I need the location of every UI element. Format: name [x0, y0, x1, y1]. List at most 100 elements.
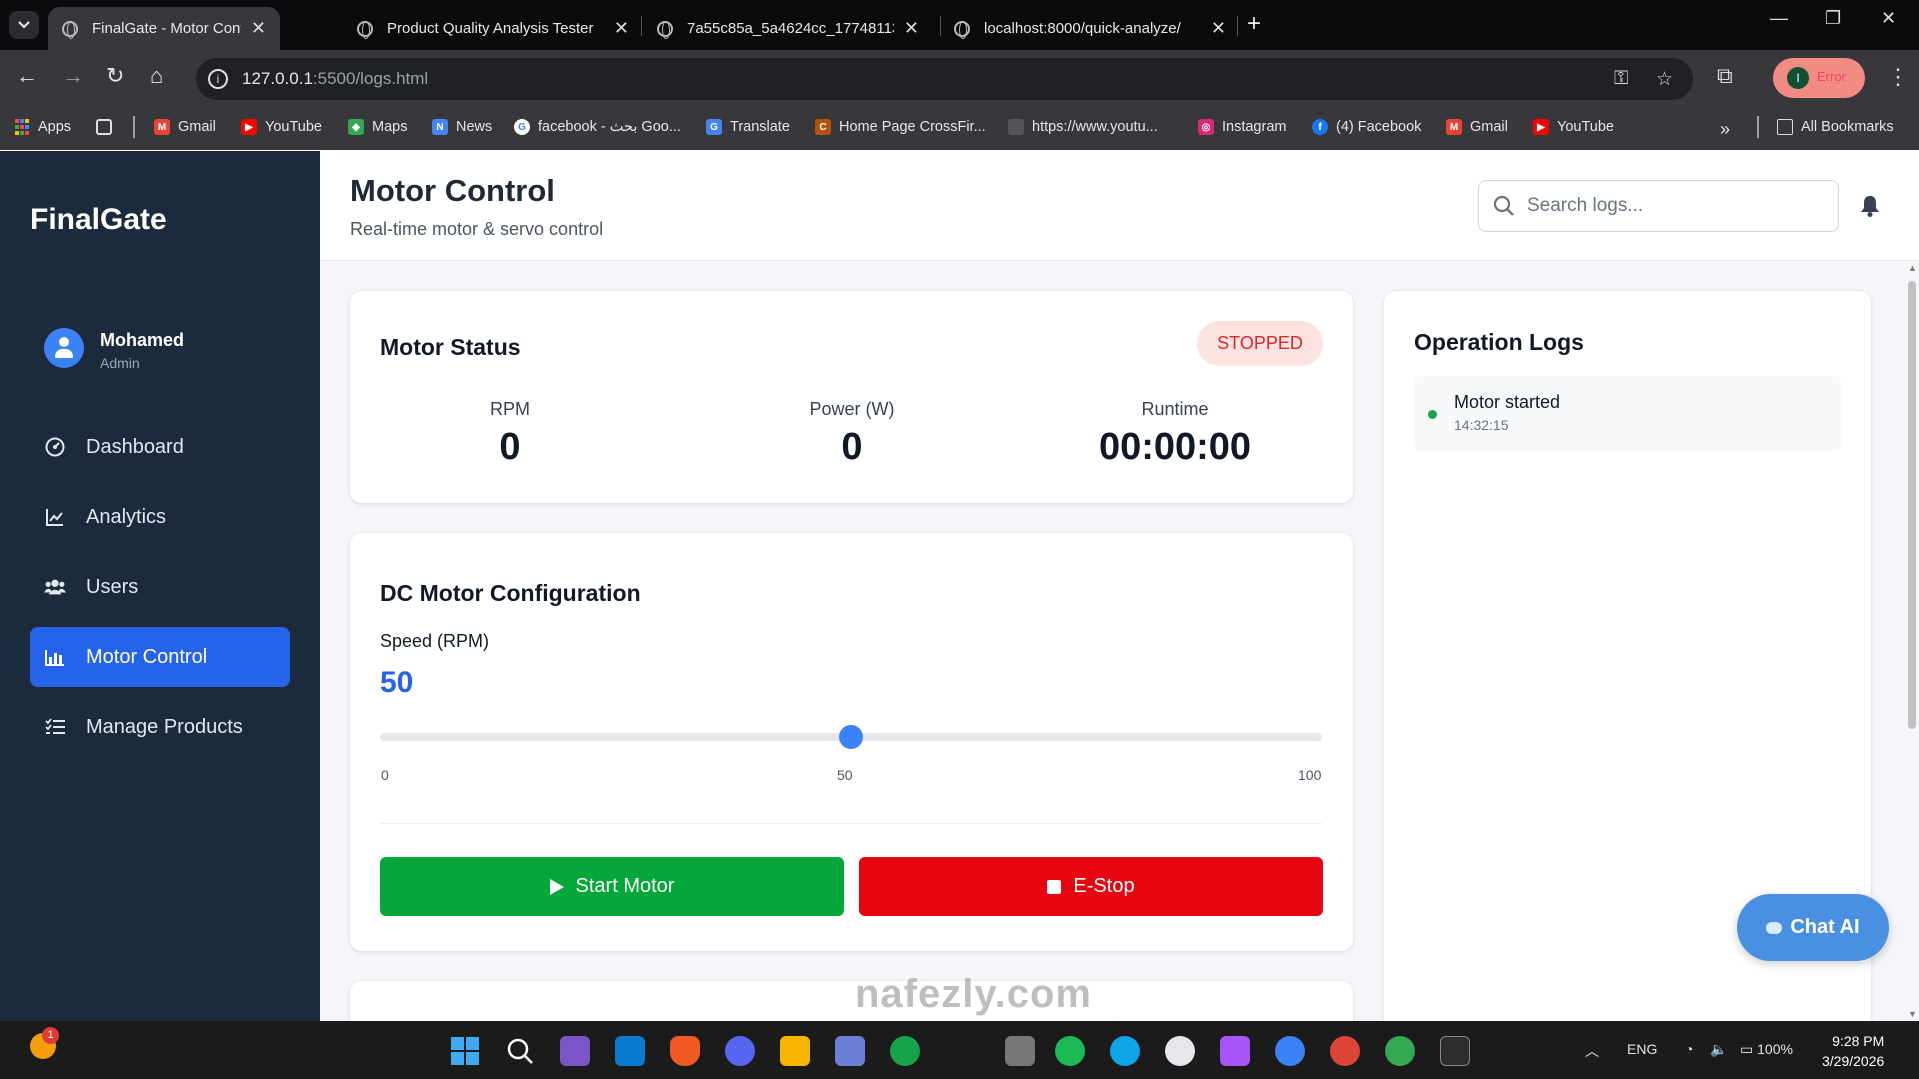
browser-menu-icon[interactable]: ⋮	[1887, 64, 1909, 90]
wordpress-icon[interactable]	[1165, 1036, 1195, 1066]
discord-icon[interactable]	[725, 1036, 755, 1066]
minimize-button[interactable]: —	[1770, 8, 1788, 29]
brave-icon[interactable]	[670, 1036, 700, 1066]
forward-button[interactable]: →	[62, 63, 84, 89]
chrome-icon[interactable]	[1330, 1036, 1360, 1066]
apps-grid-icon	[14, 119, 30, 135]
stat-power: Power (W) 0	[722, 399, 982, 469]
bookmark-maps[interactable]: ◆ Maps	[348, 119, 407, 135]
sidebar-item-analytics[interactable]: Analytics	[30, 487, 290, 547]
google-icon: G	[514, 119, 530, 135]
bookmark-youtube-url[interactable]: https://www.youtu...	[1008, 119, 1158, 135]
capture-app-icon[interactable]	[1005, 1036, 1035, 1066]
sidebar-item-label: Analytics	[86, 505, 167, 528]
speed-slider-thumb[interactable]	[839, 725, 863, 749]
e-stop-button[interactable]: E-Stop	[859, 857, 1323, 916]
watermark: nafezly.com	[855, 972, 1092, 1016]
whatsapp-icon[interactable]	[890, 1036, 920, 1066]
language-indicator[interactable]: ENG	[1627, 1041, 1657, 1057]
search-input[interactable]	[1527, 191, 1817, 221]
extensions-puzzle-icon[interactable]: ⧉	[1717, 63, 1733, 89]
battery-indicator[interactable]: ▭ 100%	[1740, 1041, 1793, 1058]
bookmark-instagram[interactable]: ◎ Instagram	[1198, 119, 1286, 135]
all-bookmarks[interactable]: All Bookmarks	[1777, 119, 1894, 135]
windows-start-icon[interactable]	[450, 1036, 480, 1066]
bookmark-gmail[interactable]: M Gmail	[154, 119, 216, 135]
clock-time: 9:28 PM	[1832, 1033, 1885, 1049]
bookmarks-overflow-icon[interactable]: »	[1720, 119, 1730, 140]
search-box[interactable]	[1478, 180, 1839, 232]
bookmark-crossfire[interactable]: C Home Page CrossFir...	[815, 119, 986, 135]
bookmark-google-apps[interactable]	[96, 119, 120, 135]
brand-logo[interactable]: FinalGate	[30, 203, 167, 237]
globe-icon	[62, 20, 78, 39]
vscode-icon[interactable]	[615, 1036, 645, 1066]
site-info-icon[interactable]: i	[208, 69, 228, 89]
close-tab-icon[interactable]: ✕	[1211, 18, 1226, 39]
globe-icon	[954, 20, 970, 39]
sidebar-item-motor-control[interactable]: Motor Control	[30, 627, 290, 687]
close-tab-icon[interactable]: ✕	[251, 18, 266, 39]
notification-bell-icon[interactable]	[1860, 195, 1880, 222]
chrome-active-icon[interactable]	[1385, 1036, 1415, 1066]
bookmark-facebook[interactable]: f (4) Facebook	[1312, 119, 1421, 135]
visual-studio-icon[interactable]	[560, 1036, 590, 1066]
tab-quick-analyze[interactable]: localhost:8000/quick-analyze/ ✕	[940, 7, 1240, 50]
copilot-icon[interactable]	[1220, 1036, 1250, 1066]
terminal-icon[interactable]	[1440, 1036, 1470, 1066]
scrollbar-thumb[interactable]	[1908, 281, 1916, 729]
tab-title: 7a55c85a_5a4624cc_177481132…	[687, 20, 894, 37]
sidebar-item-manage-products[interactable]: Manage Products	[30, 697, 290, 757]
bookmark-star-icon[interactable]: ☆	[1656, 68, 1673, 91]
start-motor-button[interactable]: Start Motor	[380, 857, 844, 916]
file-explorer-icon[interactable]	[780, 1036, 810, 1066]
password-key-icon[interactable]: ⚿	[1614, 68, 1628, 90]
volume-icon[interactable]: 🔈	[1710, 1041, 1727, 1058]
app-circle-icon[interactable]	[1275, 1036, 1305, 1066]
tab-search-button[interactable]	[9, 11, 39, 39]
bookmark-facebook-search[interactable]: Gfacebook - بحث Goo...	[514, 119, 681, 135]
close-window-button[interactable]: ✕	[1881, 8, 1896, 29]
edge-icon[interactable]	[1110, 1036, 1140, 1066]
taskbar-clock[interactable]: 9:28 PM 3/29/2026	[1822, 1031, 1884, 1071]
bookmark-youtube[interactable]: ▶ YouTube	[241, 119, 322, 135]
new-tab-button[interactable]: +	[1247, 10, 1261, 38]
sidebar-item-label: Dashboard	[86, 435, 184, 458]
profile-button[interactable]: I Error	[1773, 58, 1865, 98]
notification-app-icon[interactable]: 1	[30, 1027, 59, 1059]
back-button[interactable]: ←	[16, 63, 38, 89]
sidebar-item-dashboard[interactable]: Dashboard	[30, 417, 290, 477]
chat-ai-button[interactable]: Chat AI	[1737, 894, 1889, 961]
chat-bubble-icon	[1766, 921, 1783, 934]
bookmark-gmail-2[interactable]: M Gmail	[1446, 119, 1508, 135]
bookmark-youtube-2[interactable]: ▶ YouTube	[1533, 119, 1614, 135]
tray-chevron-icon[interactable]: ︿	[1585, 1041, 1599, 1061]
stat-rpm: RPM 0	[380, 399, 640, 469]
divider	[380, 823, 1322, 824]
search-icon[interactable]	[505, 1036, 535, 1066]
reload-button[interactable]: ↻	[106, 63, 124, 89]
close-tab-icon[interactable]: ✕	[614, 18, 629, 39]
speed-value: 50	[380, 666, 414, 699]
bookmark-apps[interactable]: Apps	[14, 119, 71, 135]
tab-finalgate[interactable]: FinalGate - Motor Control ✕	[48, 7, 280, 50]
close-tab-icon[interactable]: ✕	[904, 18, 919, 39]
sidebar-item-users[interactable]: Users	[30, 557, 290, 617]
chat-ai-label: Chat AI	[1790, 916, 1860, 938]
bookmark-translate[interactable]: G Translate	[706, 119, 790, 135]
youtube-icon: ▶	[241, 119, 257, 135]
bookmark-news[interactable]: N News	[432, 119, 492, 135]
profile-avatar: I	[1787, 67, 1809, 89]
log-time: 14:32:15	[1454, 417, 1509, 433]
restore-button[interactable]: ❐	[1825, 8, 1841, 29]
tab-title: Product Quality Analysis Tester	[387, 20, 594, 37]
spotify-icon[interactable]	[1055, 1036, 1085, 1066]
home-button[interactable]: ⌂	[150, 63, 163, 89]
tab-image[interactable]: 7a55c85a_5a4624cc_177481132… ✕	[643, 7, 933, 50]
address-bar[interactable]: i 127.0.0.1:5500/logs.html ⚿ ☆	[196, 58, 1693, 100]
page-scrollbar[interactable]: ▲ ▼	[1905, 261, 1919, 1021]
tab-product-quality[interactable]: Product Quality Analysis Tester ✕	[343, 7, 643, 50]
game-controller-icon[interactable]	[835, 1036, 865, 1066]
battery-percent: 100%	[1757, 1041, 1793, 1057]
wifi-icon[interactable]: ◔	[1685, 1041, 1693, 1057]
